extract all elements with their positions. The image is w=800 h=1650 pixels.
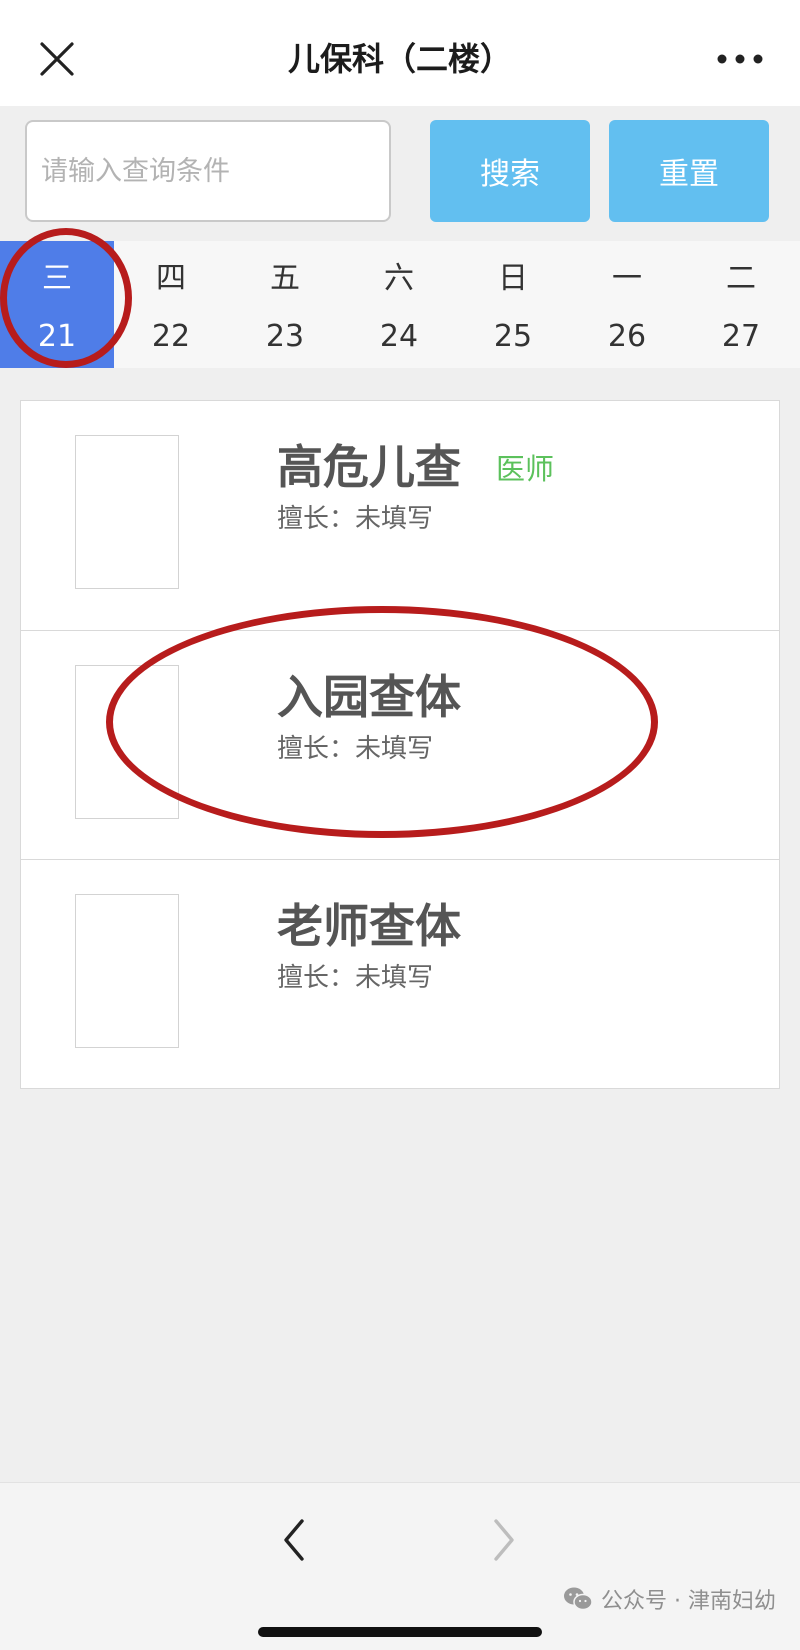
weekday-label: 五 — [270, 261, 300, 296]
date-selector: 三 21 四 22 五 23 六 24 日 25 一 26 二 27 — [0, 241, 800, 368]
date-label: 24 — [379, 319, 419, 354]
back-button[interactable] — [270, 1505, 320, 1575]
list-item[interactable]: 入园查体 擅长：未填写 — [21, 630, 779, 859]
doctor-photo — [75, 435, 179, 589]
search-bar: 搜索 重置 — [0, 106, 800, 236]
date-label: 25 — [493, 319, 533, 354]
date-label: 22 — [151, 319, 191, 354]
home-indicator[interactable] — [258, 1627, 542, 1637]
search-button[interactable]: 搜索 — [430, 120, 590, 222]
date-label: 21 — [37, 319, 77, 354]
page-title: 儿保科（二楼） — [287, 40, 512, 78]
doctor-title-tag: 医师 — [496, 452, 555, 486]
watermark-text: 公众号 · 津南妇幼 — [601, 1589, 776, 1614]
doctor-photo — [75, 665, 179, 819]
doctor-specialty: 擅长：未填写 — [277, 504, 434, 534]
list-item[interactable]: 老师查体 擅长：未填写 — [21, 859, 779, 1088]
reset-button[interactable]: 重置 — [609, 120, 769, 222]
date-tab-26[interactable]: 一 26 — [570, 241, 684, 368]
date-label: 27 — [721, 319, 761, 354]
watermark: 公众号 · 津南妇幼 — [563, 1583, 776, 1615]
weekday-label: 一 — [612, 261, 642, 296]
weekday-label: 三 — [42, 261, 72, 296]
more-horizontal-icon — [717, 54, 763, 64]
search-input[interactable] — [25, 120, 391, 222]
doctor-specialty: 擅长：未填写 — [277, 963, 434, 993]
date-tab-27[interactable]: 二 27 — [684, 241, 798, 368]
top-bar: 儿保科（二楼） — [0, 0, 800, 106]
date-tab-21[interactable]: 三 21 — [0, 241, 114, 368]
more-button[interactable] — [710, 34, 770, 84]
wechat-icon — [564, 1587, 593, 1611]
weekday-label: 日 — [498, 261, 528, 296]
weekday-label: 四 — [156, 261, 186, 296]
chevron-right-icon — [494, 1519, 514, 1561]
doctor-specialty: 擅长：未填写 — [277, 734, 434, 764]
date-tab-24[interactable]: 六 24 — [342, 241, 456, 368]
date-label: 26 — [607, 319, 647, 354]
date-tab-23[interactable]: 五 23 — [228, 241, 342, 368]
date-label: 23 — [265, 319, 305, 354]
chevron-left-icon — [284, 1519, 304, 1561]
doctor-name: 老师查体 — [277, 899, 461, 953]
bottom-bar: 公众号 · 津南妇幼 — [0, 1482, 800, 1650]
doctor-photo — [75, 894, 179, 1048]
date-tab-25[interactable]: 日 25 — [456, 241, 570, 368]
list-item[interactable]: 高危儿查 医师 擅长：未填写 — [21, 401, 779, 630]
doctor-name: 入园查体 — [277, 670, 461, 724]
forward-button[interactable] — [478, 1505, 528, 1575]
doctor-name: 高危儿查 — [277, 440, 461, 494]
weekday-label: 六 — [384, 261, 414, 296]
weekday-label: 二 — [726, 261, 756, 296]
doctor-list: 高危儿查 医师 擅长：未填写 入园查体 擅长：未填写 老师查体 擅长：未填写 — [20, 400, 780, 1089]
date-tab-22[interactable]: 四 22 — [114, 241, 228, 368]
